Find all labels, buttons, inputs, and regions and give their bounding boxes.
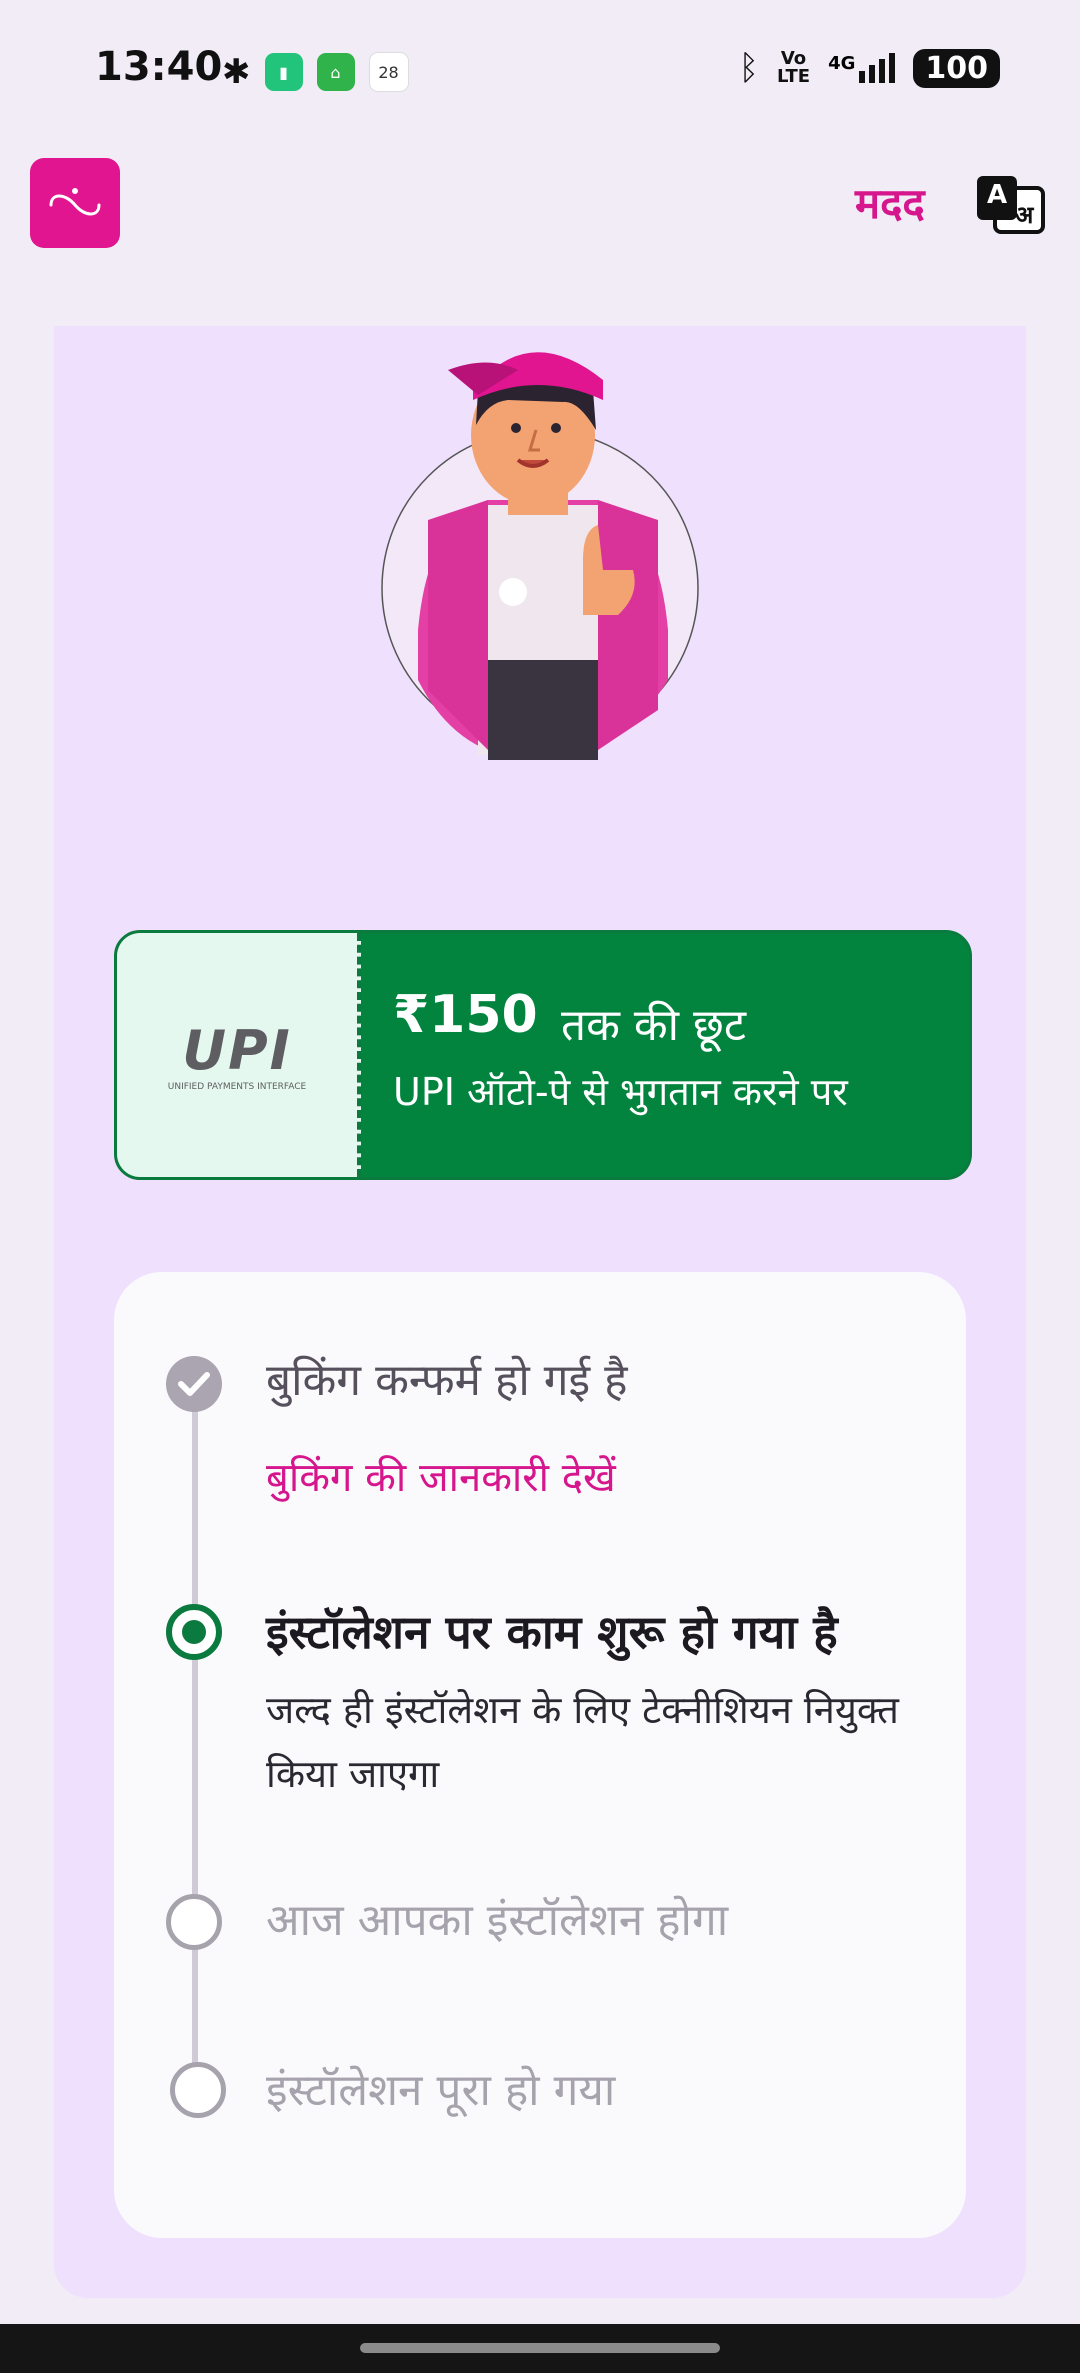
slack-icon: ✱ [222, 52, 251, 92]
translate-icon-a: A [987, 180, 1008, 210]
system-nav-bar [0, 2324, 1080, 2373]
translate-icon-b: अ [1015, 201, 1034, 229]
infinity-logo-icon [49, 188, 101, 216]
app-header: मदद A अ [0, 140, 1080, 326]
view-booking-details-link[interactable]: बुकिंग की जानकारी देखें [266, 1448, 616, 1503]
battery-icon: 100 [913, 48, 1000, 88]
status-time: 13:40 [95, 44, 223, 90]
volte-icon: Vo LTE [777, 50, 810, 86]
step-pending-circle-icon [166, 1894, 222, 1950]
volte-bottom: LTE [776, 66, 811, 87]
help-link[interactable]: मदद [855, 174, 925, 231]
step-installation-today: आज आपका इंस्टॉलेशन होगा [266, 1895, 729, 1946]
translate-icon [977, 176, 1045, 234]
step-installation-complete: इंस्टॉलेशन पूरा हो गया [266, 2065, 616, 2116]
system-status-icons: ᛒ Vo LTE 4G 100 [739, 48, 1000, 88]
step-pending-circle-icon [170, 2062, 226, 2118]
battery-app-icon: ▮ [264, 53, 303, 91]
shopping-app-icon: ⌂ [316, 53, 355, 91]
step-installation-started-description: जल्द ही इंस्टॉलेशन के लिए टेक्नीशियन निय… [266, 1688, 899, 1796]
timeline-rail [192, 1386, 198, 2066]
upi-offer-banner[interactable]: UPI UNIFIED PAYMENTS INTERFACE ₹150 तक क… [114, 930, 972, 1180]
language-switch-button[interactable]: A अ [975, 174, 1047, 236]
home-gesture-handle[interactable] [360, 2343, 720, 2353]
notification-icons: ✱ ▮ ⌂ 28 [222, 52, 409, 92]
step-booking-confirmed: बुकिंग कन्फर्म हो गई है [266, 1355, 628, 1406]
mascot-illustration [368, 330, 718, 760]
offer-text: ₹150 तक की छूट UPI ऑटो-पे से भुगतान करने… [393, 933, 969, 1177]
offer-subtitle: UPI ऑटो-पे से भुगतान करने पर [393, 1070, 848, 1114]
bluetooth-icon: ᛒ [738, 48, 759, 88]
calendar-icon: 28 [368, 52, 409, 92]
app-logo[interactable] [30, 158, 120, 248]
network-type: 4G [828, 53, 856, 74]
step-completed-check-icon [166, 1356, 222, 1412]
step-installation-started: इंस्टॉलेशन पर काम शुरू हो गया है [266, 1605, 838, 1659]
offer-amount: ₹150 [393, 985, 538, 1045]
offer-title: तक की छूट [561, 1000, 747, 1051]
upi-logo-text: UPI [182, 1018, 292, 1082]
signal-icon: 4G [828, 53, 896, 83]
upi-logo-subtext: UNIFIED PAYMENTS INTERFACE [167, 1081, 307, 1092]
status-bar: 13:40 ✱ ▮ ⌂ 28 ᛒ Vo LTE 4G 100 [0, 0, 1080, 140]
upi-logo: UPI UNIFIED PAYMENTS INTERFACE [117, 933, 361, 1177]
step-active-radio-icon [166, 1604, 222, 1660]
